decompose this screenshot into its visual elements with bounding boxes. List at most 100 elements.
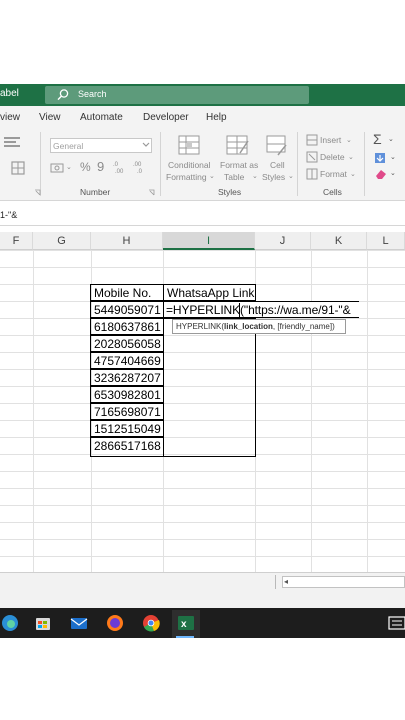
column-header-k[interactable]: K <box>311 232 367 250</box>
chrome-icon[interactable] <box>141 613 161 633</box>
top-letterbox <box>0 0 405 84</box>
store-icon[interactable] <box>33 613 53 633</box>
window-title: abel <box>0 88 19 99</box>
grid-line <box>0 488 405 489</box>
tooltip-current-arg[interactable]: link_location <box>224 322 273 331</box>
styles-group-label: Styles <box>218 187 242 197</box>
insert-label[interactable]: Insert <box>320 135 341 145</box>
mobile-cell[interactable]: 1512515049 <box>90 420 164 437</box>
formula-bar-text[interactable]: 1-"& <box>0 210 17 220</box>
grid-line <box>0 250 405 251</box>
increase-decimal-icon[interactable]: .0.00 <box>113 160 131 174</box>
mobile-cell[interactable]: 2028056058 <box>90 335 164 352</box>
delete-cells-icon[interactable] <box>306 151 318 163</box>
svg-text:.0: .0 <box>137 169 143 174</box>
format-as-table-label[interactable]: Format as <box>220 160 258 170</box>
search-label[interactable]: Search <box>78 89 107 99</box>
grid-line <box>0 267 405 268</box>
grid-line <box>0 471 405 472</box>
text-cursor <box>239 303 240 317</box>
edge-browser-icon[interactable] <box>0 613 20 633</box>
search-icon <box>57 89 69 101</box>
mobile-cell[interactable]: 2866517168 <box>90 437 164 457</box>
chevron-down-icon: ⌄ <box>390 170 396 177</box>
grid-line <box>311 250 312 572</box>
dialog-launcher-icon[interactable] <box>34 189 41 196</box>
notification-icon[interactable] <box>388 616 405 630</box>
conditional-formatting-icon[interactable] <box>178 135 202 157</box>
column-header-g[interactable]: G <box>33 232 91 250</box>
column-header-i[interactable]: I <box>163 232 255 250</box>
chevron-down-icon: ⌄ <box>252 173 258 180</box>
percent-icon[interactable]: % <box>80 160 91 174</box>
chevron-down-icon: ⌄ <box>288 173 294 180</box>
dialog-launcher-icon[interactable] <box>148 189 155 196</box>
grid-line <box>367 250 368 572</box>
ribbon-separator <box>364 132 365 196</box>
column-header-f[interactable]: F <box>0 232 33 250</box>
chevron-down-icon: ⌄ <box>390 154 396 161</box>
tab-help[interactable]: Help <box>206 112 227 123</box>
tab-developer[interactable]: Developer <box>143 112 189 123</box>
format-cells-icon[interactable] <box>306 168 318 180</box>
horizontal-scrollbar[interactable] <box>282 576 405 588</box>
link-column-cells[interactable] <box>163 318 256 457</box>
conditional-formatting-label-2[interactable]: Formatting <box>166 172 207 182</box>
header-mobile-number[interactable]: Mobile No. <box>90 284 164 301</box>
alignment-icons <box>4 137 25 175</box>
excel-icon[interactable]: x <box>176 613 196 633</box>
header-whatsapp-link[interactable]: WhatsaApp Link <box>163 284 256 301</box>
chevron-down-icon: ⌄ <box>346 137 352 144</box>
conditional-formatting-label[interactable]: Conditional <box>168 160 211 170</box>
mobile-cell[interactable]: 3236287207 <box>90 369 164 386</box>
cell-styles-label-2[interactable]: Styles <box>262 172 285 182</box>
taskbar <box>0 608 405 638</box>
decrease-decimal-icon[interactable]: .00.0 <box>133 160 151 174</box>
grid-line <box>0 505 405 506</box>
firefox-icon[interactable] <box>105 613 125 633</box>
tooltip-rest: , [friendly_name]) <box>272 322 335 331</box>
formula-bar[interactable] <box>0 206 405 226</box>
chevron-down-icon: ⌄ <box>209 173 215 180</box>
column-header-j[interactable]: J <box>255 232 311 250</box>
mobile-cell[interactable]: 7165698071 <box>90 403 164 420</box>
mobile-cell[interactable]: 5449059071 <box>90 301 164 318</box>
format-as-table-label-2[interactable]: Table <box>224 172 244 182</box>
autosum-icon[interactable]: Σ <box>373 131 382 147</box>
clear-eraser-icon[interactable] <box>374 168 388 180</box>
format-label[interactable]: Format <box>320 169 347 179</box>
editing-cell-formula[interactable]: =HYPERLINK("https://wa.me/91-"& <box>163 301 359 318</box>
column-header-l[interactable]: L <box>367 232 405 250</box>
bottom-letterbox <box>0 638 405 720</box>
svg-text:x: x <box>181 619 187 630</box>
cell-styles-icon[interactable] <box>266 135 288 157</box>
chevron-down-icon: ⌄ <box>348 154 354 161</box>
ribbon-separator <box>40 132 41 196</box>
grid-line <box>0 539 405 540</box>
insert-cells-icon[interactable] <box>306 134 318 146</box>
function-tooltip: HYPERLINK(link_location, [friendly_name]… <box>172 319 346 334</box>
format-as-table-icon[interactable] <box>226 135 250 157</box>
comma-style-icon[interactable]: 9 <box>97 159 104 174</box>
currency-icon[interactable] <box>50 161 64 175</box>
ribbon-separator <box>160 132 161 196</box>
tab-automate[interactable]: Automate <box>80 112 123 123</box>
mobile-cell[interactable]: 6530982801 <box>90 386 164 403</box>
mobile-cell[interactable]: 6180637861 <box>90 318 164 335</box>
chevron-down-icon: ⌄ <box>388 136 394 143</box>
cell-styles-label[interactable]: Cell <box>270 160 285 170</box>
chevron-down-icon: ⌄ <box>66 164 72 171</box>
delete-label[interactable]: Delete <box>320 152 345 162</box>
grid-line <box>0 556 405 557</box>
svg-text:.00: .00 <box>115 169 124 174</box>
fill-down-icon[interactable] <box>374 152 388 164</box>
tab-view[interactable]: View <box>39 112 61 123</box>
scroll-left-icon[interactable]: ◂ <box>284 577 288 586</box>
grid-line <box>0 522 405 523</box>
number-format-value: General <box>53 141 84 151</box>
column-header-h[interactable]: H <box>91 232 163 250</box>
mail-icon[interactable] <box>69 613 89 633</box>
tab-view-partial[interactable]: view <box>0 112 20 123</box>
mobile-cell[interactable]: 4757404669 <box>90 352 164 369</box>
tooltip-function: HYPERLINK( <box>176 322 225 331</box>
